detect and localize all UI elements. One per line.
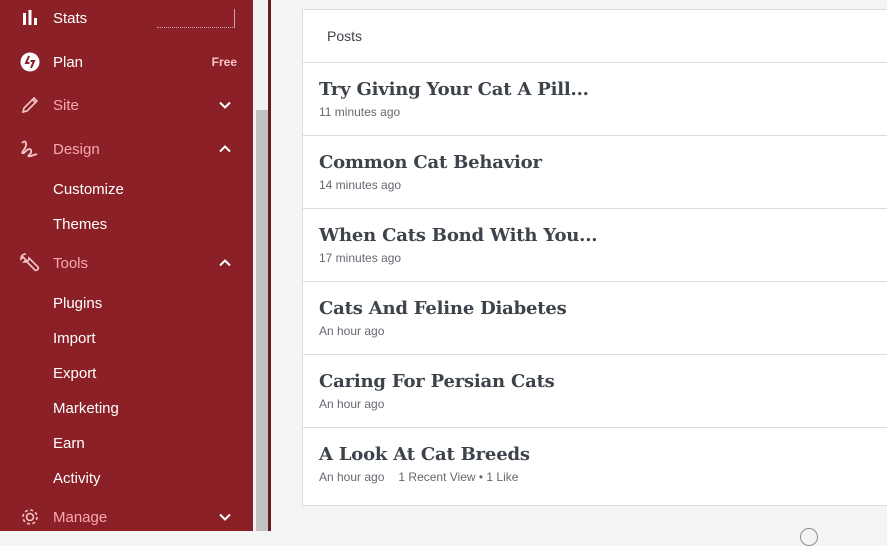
- post-title[interactable]: A Look At Cat Breeds: [319, 444, 530, 465]
- post-time: 17 minutes ago: [319, 251, 402, 265]
- post-time: An hour ago: [319, 324, 385, 338]
- post-item[interactable]: Try Giving Your Cat A Pill... 11 minutes…: [303, 63, 887, 136]
- sidebar-item-label: Stats: [53, 9, 88, 27]
- post-meta: 14 minutes ago: [319, 178, 415, 192]
- sidebar-item-design[interactable]: Design: [0, 133, 253, 165]
- post-meta: 11 minutes ago: [319, 105, 414, 119]
- sidebar-item-plan[interactable]: Plan Free: [0, 46, 253, 78]
- sidebar-item-label: Site: [53, 96, 79, 114]
- post-title[interactable]: Caring For Persian Cats: [319, 371, 555, 392]
- sidebar-subitem-export[interactable]: Export: [53, 365, 96, 382]
- post-title[interactable]: Try Giving Your Cat A Pill...: [319, 79, 589, 100]
- post-item[interactable]: When Cats Bond With You... 17 minutes ag…: [303, 209, 887, 282]
- post-time: 11 minutes ago: [319, 105, 401, 119]
- chevron-down-icon: [219, 513, 231, 521]
- sidebar-item-tools[interactable]: Tools: [0, 247, 253, 279]
- post-meta: An hour ago: [319, 324, 398, 338]
- post-meta: An hour ago 1 Recent View • 1 Like: [319, 470, 532, 484]
- sidebar-subitem-customize[interactable]: Customize: [53, 181, 124, 198]
- sidebar-item-label: Plan: [53, 53, 84, 71]
- post-stats: 1 Recent View • 1 Like: [398, 470, 519, 484]
- post-time: An hour ago: [319, 397, 385, 411]
- stats-icon: [19, 7, 41, 29]
- sidebar-subitem-import[interactable]: Import: [53, 330, 96, 347]
- posts-card-header: Posts: [303, 10, 887, 63]
- chevron-up-icon: [219, 145, 231, 153]
- stats-sparkline: [157, 27, 235, 28]
- sidebar-item-label: Design: [53, 140, 100, 158]
- post-title[interactable]: Common Cat Behavior: [319, 152, 542, 173]
- sidebar-subitem-activity[interactable]: Activity: [53, 470, 101, 487]
- sidebar-subitem-earn[interactable]: Earn: [53, 435, 85, 452]
- gear-icon: [19, 506, 41, 528]
- post-title[interactable]: Cats And Feline Diabetes: [319, 298, 567, 319]
- chevron-up-icon: [219, 259, 231, 267]
- post-time: An hour ago: [319, 470, 385, 484]
- sidebar-subitem-marketing[interactable]: Marketing: [53, 400, 119, 417]
- sidebar-subitem-plugins[interactable]: Plugins: [53, 295, 102, 312]
- post-item[interactable]: Cats And Feline Diabetes An hour ago: [303, 282, 887, 355]
- sidebar-scrollbar-thumb[interactable]: [256, 110, 268, 531]
- post-item[interactable]: Caring For Persian Cats An hour ago: [303, 355, 887, 428]
- post-meta: An hour ago: [319, 397, 398, 411]
- plan-badge: Free: [211, 55, 237, 69]
- post-item[interactable]: Common Cat Behavior 14 minutes ago: [303, 136, 887, 209]
- sidebar-item-stats[interactable]: Stats: [0, 2, 253, 34]
- post-meta: 17 minutes ago: [319, 251, 415, 265]
- sidebar: Stats Plan Free Site Design Customize Th…: [0, 0, 253, 531]
- post-item[interactable]: A Look At Cat Breeds An hour ago 1 Recent…: [303, 428, 887, 501]
- chevron-down-icon: [219, 101, 231, 109]
- sidebar-subitem-themes[interactable]: Themes: [53, 216, 107, 233]
- sidebar-item-manage[interactable]: Manage: [0, 501, 253, 533]
- sidebar-item-label: Tools: [53, 254, 89, 272]
- post-title[interactable]: When Cats Bond With You...: [319, 225, 598, 246]
- sidebar-item-site[interactable]: Site: [0, 89, 253, 121]
- post-time: 14 minutes ago: [319, 178, 402, 192]
- sidebar-item-label: Manage: [53, 508, 108, 526]
- plan-icon: [19, 51, 41, 73]
- design-icon: [19, 138, 41, 160]
- stats-sparkline-bar: [234, 9, 235, 28]
- posts-card: Posts Try Giving Your Cat A Pill... 11 m…: [302, 9, 887, 506]
- sidebar-divider: [268, 0, 271, 531]
- wrench-icon: [19, 252, 41, 274]
- pencil-icon: [19, 94, 41, 116]
